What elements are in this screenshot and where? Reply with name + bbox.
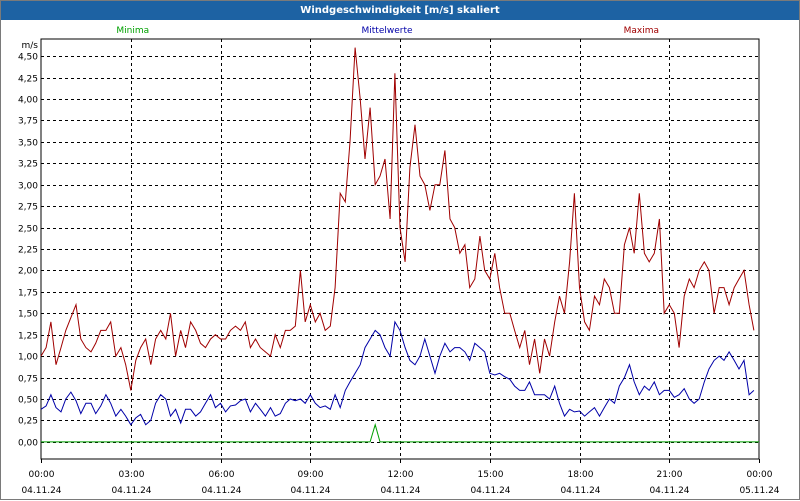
x-tick-date: 04.11.24 (470, 486, 510, 496)
y-tick-label: 3,75 (18, 117, 38, 127)
x-tick-date: 04.11.24 (560, 486, 600, 496)
x-tick-date: 05.11.24 (739, 486, 779, 496)
y-tick-label: 3,25 (18, 160, 38, 170)
series-line-mittelwerte (40, 320, 755, 426)
x-tick-date: 04.11.24 (290, 486, 330, 496)
y-tick-label: 4,00 (18, 96, 38, 106)
chart-window: Windgeschwindigkeit [m/s] skaliert 4,50 4… (0, 0, 800, 500)
y-tick-label: 0,00 (18, 439, 38, 449)
legend-minima: Minima (116, 26, 149, 36)
x-tick-time: 00:00 (747, 470, 773, 480)
y-tick-label: 3,50 (18, 139, 38, 149)
y-tick-label: 4,25 (18, 75, 38, 85)
y-tick-label: 4,50 (18, 53, 38, 63)
y-tick-label: 0,50 (18, 396, 38, 406)
x-tick-time: 06:00 (209, 470, 235, 480)
x-tick-time: 12:00 (388, 470, 414, 480)
x-tick-date: 04.11.24 (649, 486, 689, 496)
x-tick-date: 04.11.24 (111, 486, 151, 496)
y-tick-label: 1,00 (18, 353, 38, 363)
y-tick-label: 0,75 (18, 375, 38, 385)
legend-maxima: Maxima (624, 26, 659, 36)
x-tick-date: 04.11.24 (21, 486, 61, 496)
y-tick-label: 2,00 (18, 267, 38, 277)
y-tick-label: 1,75 (18, 289, 38, 299)
x-tick-time: 03:00 (119, 470, 145, 480)
grid-lines (41, 39, 759, 459)
x-tick-date: 04.11.24 (380, 486, 420, 496)
series-line-minima (41, 422, 759, 443)
y-tick-label: 2,25 (18, 246, 38, 256)
labels: 4,50 4,25 4,00 3,75 3,50 3,25 3,00 2,75 2,50 2,25… (18, 26, 780, 496)
x-tick-date: 04.11.24 (201, 486, 241, 496)
chart-plot: 4,50 4,25 4,00 3,75 3,50 3,25 3,00 2,75 2,50 2,25… (18, 26, 780, 496)
x-tick-time: 21:00 (657, 470, 683, 480)
x-tick-time: 15:00 (478, 470, 504, 480)
y-tick-label: 1,25 (18, 332, 38, 342)
y-tick-label: 0,25 (18, 417, 38, 427)
x-tick-time: 09:00 (298, 470, 324, 480)
y-tick-label: 1,50 (18, 310, 38, 320)
y-tick-label: 3,00 (18, 182, 38, 192)
x-tick-time: 18:00 (568, 470, 594, 480)
y-tick-label: 2,75 (18, 203, 38, 213)
legend-mittelwerte: Mittelwerte (362, 26, 413, 36)
x-tick-time: 00:00 (29, 470, 55, 480)
y-tick-label: 2,50 (18, 225, 38, 235)
y-axis-label: m/s (22, 41, 39, 51)
